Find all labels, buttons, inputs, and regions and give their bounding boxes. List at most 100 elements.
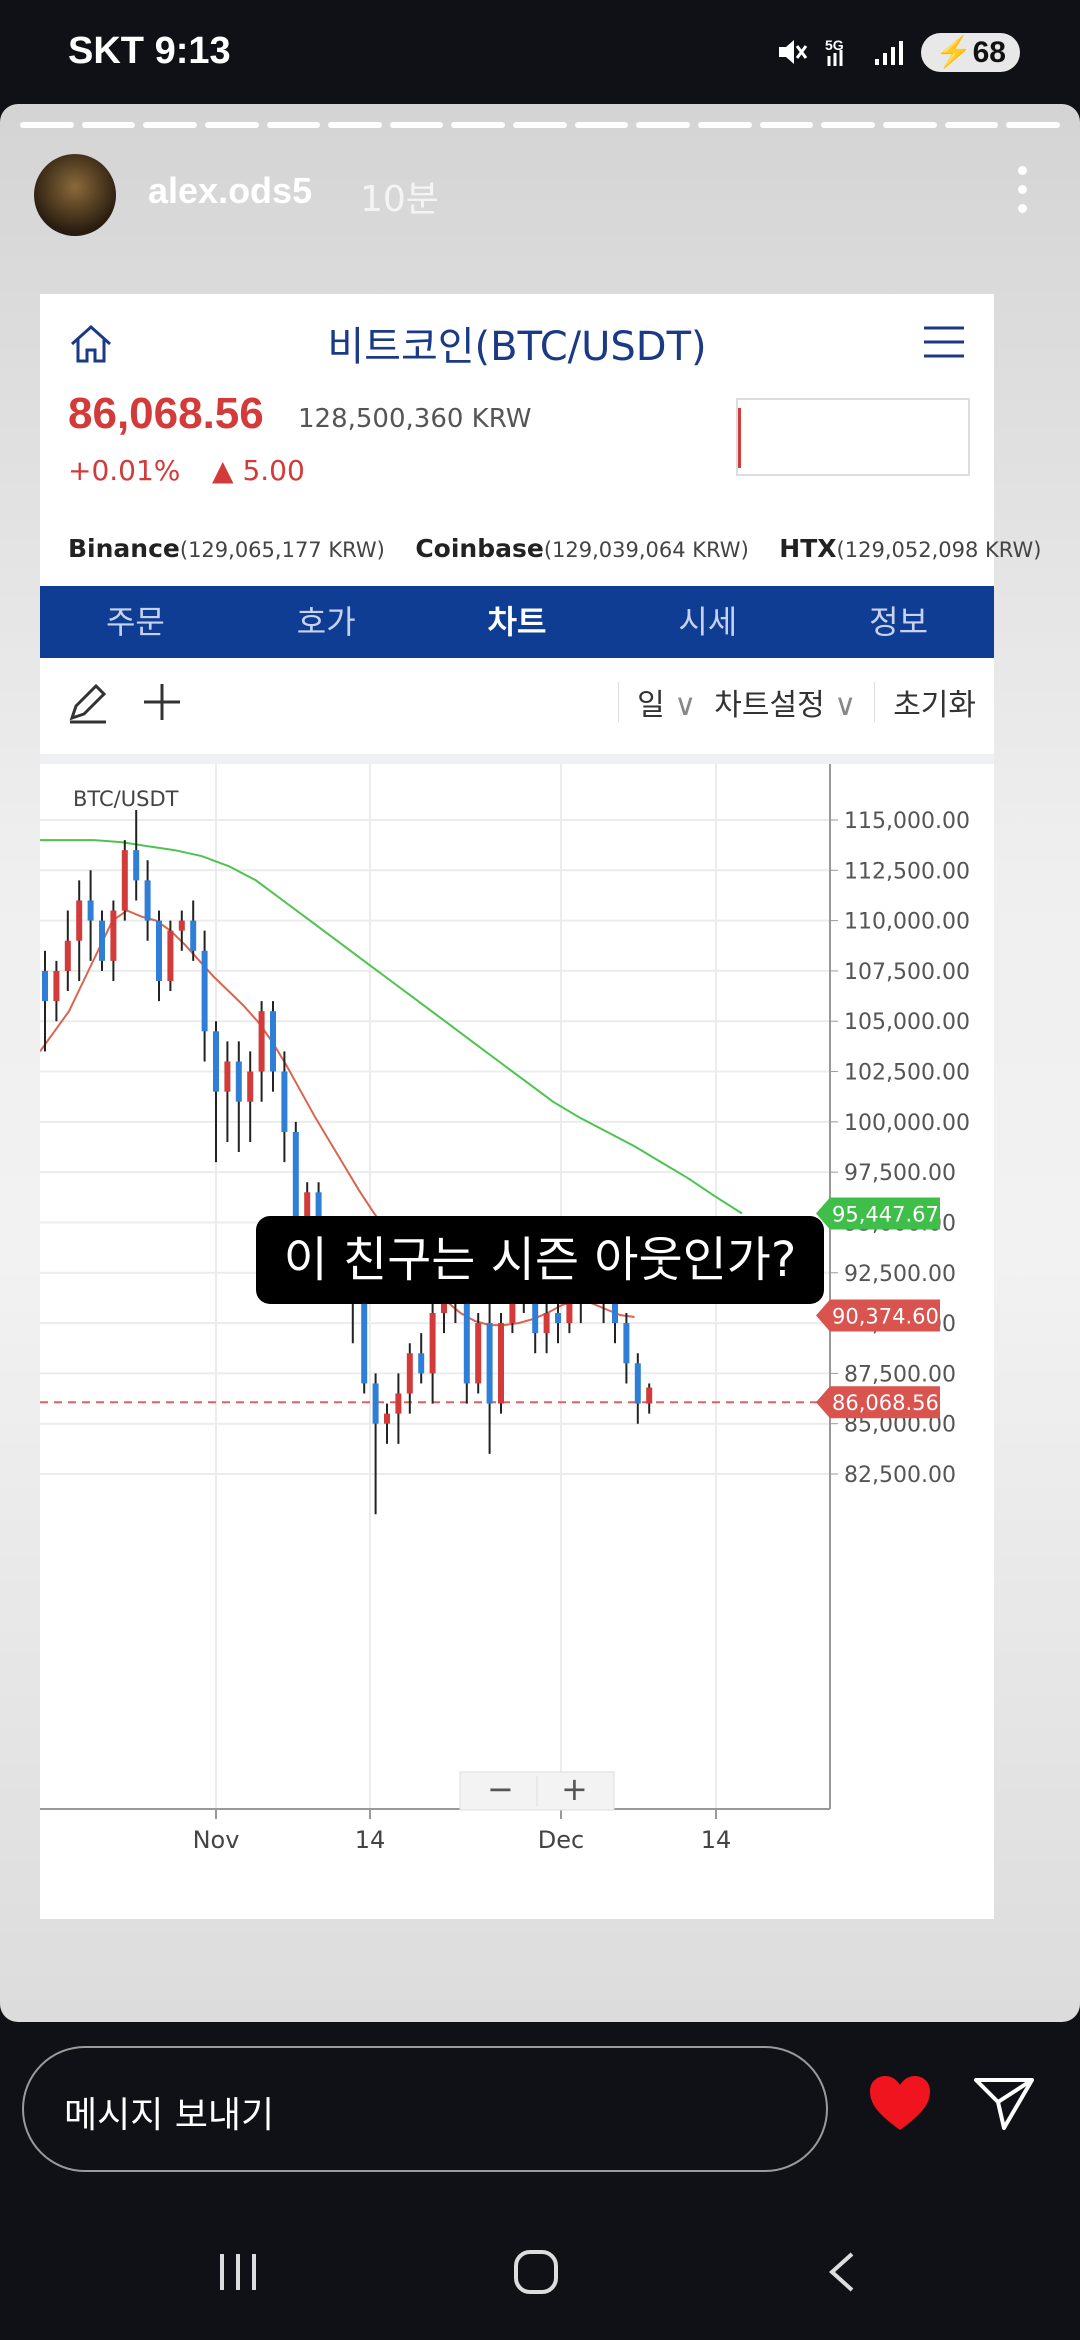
y-tick-label: 110,000.00	[844, 910, 970, 935]
period-select: 일 ∨	[637, 688, 697, 723]
pencil-icon	[69, 683, 107, 724]
candle	[53, 970, 60, 1002]
tab-market: 시세	[678, 603, 738, 641]
y-tick-label: 105,000.00	[844, 1010, 970, 1035]
candlestick-chart: 115,000.00 112,500.00 110,000.00 107,500.00…	[40, 764, 970, 1854]
x-tick-label: Dec	[538, 1826, 584, 1854]
story-card[interactable]: alex.ods5 10분 비트코인(BTC/USDT) 86,068.56 1…	[0, 104, 1080, 2022]
candle	[486, 1323, 493, 1404]
more-options-icon[interactable]	[1014, 166, 1030, 223]
recent-apps-icon[interactable]	[214, 2250, 262, 2294]
candle	[247, 1071, 254, 1102]
signal-icon	[875, 41, 904, 65]
chevron-down-icon: ∨	[834, 688, 857, 723]
message-placeholder: 메시지 보내기	[64, 2095, 275, 2136]
price-krw: 128,500,360 KRW	[298, 404, 532, 434]
price-tag-label: 95,447.67	[832, 1202, 939, 1226]
y-tick-label: 102,500.00	[844, 1061, 970, 1086]
candle	[646, 1387, 653, 1404]
change-percent: +0.01%	[68, 454, 181, 487]
x-tick-label: Nov	[193, 1826, 240, 1854]
candle	[64, 940, 71, 971]
avatar[interactable]	[34, 154, 116, 236]
y-tick-label: 100,000.00	[844, 1111, 970, 1136]
zoom-out-button: −	[487, 1770, 514, 1808]
reset-button: 초기화	[893, 688, 976, 723]
story-progress	[20, 122, 1060, 128]
candle	[429, 1313, 436, 1374]
zoom-controls: − +	[459, 1770, 615, 1811]
send-icon[interactable]	[972, 2074, 1036, 2132]
y-tick-label: 107,500.00	[844, 960, 970, 985]
page-title: 비트코인(BTC/USDT)	[327, 324, 707, 370]
battery-indicator: ⚡68	[921, 32, 1020, 72]
clock: 9:13	[154, 30, 231, 72]
tab-chart: 차트	[487, 603, 547, 641]
chart-settings: 차트설정 ∨	[714, 688, 857, 723]
candle	[121, 850, 128, 911]
chevron-down-icon: ∨	[674, 688, 697, 723]
candle	[144, 880, 151, 921]
status-right: 5G ⚡68	[773, 30, 1020, 74]
chart-title: BTC/USDT	[73, 787, 179, 811]
toolbar-options: 일 ∨ 차트설정 ∨ 초기화	[618, 680, 976, 724]
message-input[interactable]: 메시지 보내기	[22, 2046, 828, 2172]
candle	[178, 920, 185, 931]
exchange-name: HTX	[779, 534, 837, 563]
change-absolute: ▲ 5.00	[212, 454, 305, 487]
candle	[110, 910, 117, 961]
plus-icon	[144, 684, 180, 720]
tab-bar: 주문 호가 차트 시세 정보	[40, 586, 994, 658]
candle	[623, 1323, 630, 1364]
battery-level: 68	[972, 35, 1006, 69]
chart-toolbar: 일 ∨ 차트설정 ∨ 초기화	[40, 658, 994, 764]
home-button-icon[interactable]	[512, 2250, 560, 2294]
candle	[281, 1071, 288, 1132]
candle	[384, 1413, 390, 1424]
candle	[76, 900, 83, 941]
story-username[interactable]: alex.ods5	[148, 170, 312, 212]
story-time: 10분	[360, 179, 439, 220]
heart-icon[interactable]	[868, 2074, 932, 2132]
candle	[190, 920, 197, 951]
candle	[395, 1393, 402, 1414]
status-bar: SKT 9:13 5G ⚡68	[0, 0, 1080, 100]
candle	[258, 1011, 265, 1072]
story-caption: 이 친구는 시즌 아웃인가?	[256, 1216, 824, 1304]
y-tick-label: 92,500.00	[844, 1262, 956, 1287]
status-left: SKT 9:13	[68, 30, 231, 73]
y-tick-label: 112,500.00	[844, 859, 970, 884]
candle	[235, 1061, 242, 1102]
current-price: 86,068.56	[68, 389, 264, 438]
back-icon[interactable]	[820, 2250, 868, 2294]
mute-icon	[779, 40, 808, 64]
exchange-value: (129,039,064 KRW)	[543, 538, 749, 562]
exchange-prices: Binance(129,065,177 KRW) Coinbase(129,03…	[68, 534, 1041, 563]
candle	[372, 1383, 379, 1424]
exchange-name: Binance	[68, 534, 180, 563]
x-tick-label: 14	[701, 1826, 732, 1854]
x-tick-label: 14	[355, 1826, 386, 1854]
tab-orderbook: 호가	[296, 603, 356, 641]
candle	[99, 920, 105, 961]
candle	[463, 1302, 470, 1384]
candle	[292, 1131, 299, 1223]
candle	[406, 1353, 413, 1394]
system-nav-bar	[0, 2200, 1080, 2340]
tab-info: 정보	[869, 603, 929, 641]
candle	[418, 1353, 425, 1374]
y-tick-label: 97,500.00	[844, 1161, 956, 1186]
candle	[87, 900, 94, 921]
candle	[475, 1323, 482, 1384]
candle	[543, 1313, 550, 1334]
price-tag-label: 90,374.60	[832, 1305, 939, 1329]
exchange-value: (129,052,098 KRW)	[836, 538, 1042, 562]
tab-order: 주문	[105, 603, 165, 641]
candle	[133, 850, 140, 881]
y-tick-label: 82,500.00	[844, 1463, 956, 1488]
candle	[566, 1302, 573, 1324]
mini-chart	[736, 398, 970, 476]
candle	[156, 920, 162, 981]
carrier: SKT	[68, 30, 144, 72]
exchange-value: (129,065,177 KRW)	[179, 538, 385, 562]
